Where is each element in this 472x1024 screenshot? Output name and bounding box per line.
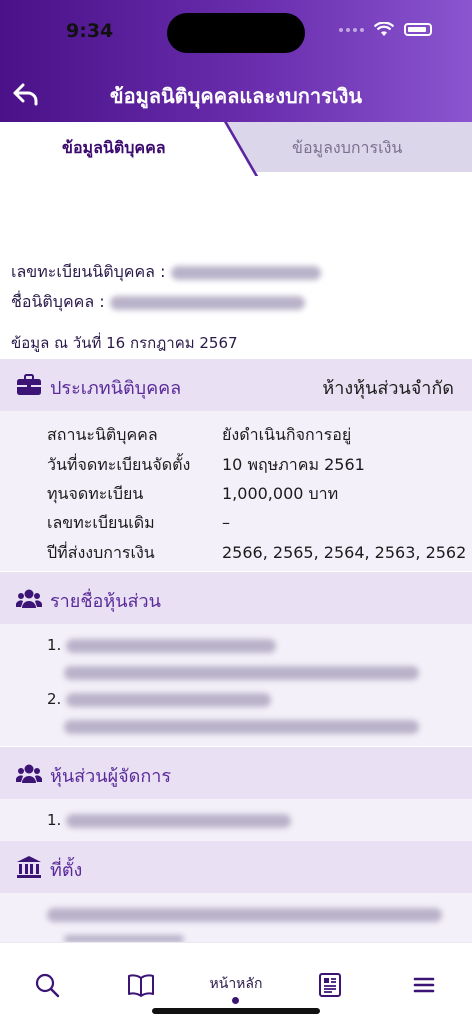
- status-time: 9:34: [66, 20, 114, 42]
- detail-value: ยังดำเนินกิจการอยู่: [222, 425, 352, 444]
- section-location: ที่ตั้ง: [0, 841, 472, 893]
- section-title: ที่ตั้ง: [50, 860, 83, 881]
- detail-label: ปีที่ส่งงบการเงิน: [47, 543, 155, 562]
- redacted-value: [66, 638, 277, 653]
- detail-row: เลขทะเบียนเดิม –: [47, 511, 230, 536]
- tab-home-label[interactable]: หน้าหลัก: [200, 973, 272, 995]
- list-number: 2.: [47, 690, 62, 708]
- section-title: ประเภทนิติบุคคล: [50, 378, 182, 399]
- detail-label: วันที่จดทะเบียนจัดตั้ง: [47, 455, 191, 474]
- tab-financial-info-label[interactable]: ข้อมูลงบการเงิน: [292, 136, 402, 161]
- bank-icon: [17, 856, 41, 878]
- section-partners: รายชื่อหุ้นส่วน: [0, 572, 472, 624]
- redacted-value: [47, 907, 442, 922]
- section-title: รายชื่อหุ้นส่วน: [50, 591, 161, 612]
- detail-label: ทุนจดทะเบียน: [47, 484, 144, 503]
- detail-value: 10 พฤษภาคม 2561: [222, 455, 365, 474]
- detail-row: สถานะนิติบุคคล ยังดำเนินกิจการอยู่: [47, 423, 351, 448]
- list-item: 2.: [47, 690, 272, 708]
- users-icon: [16, 764, 42, 783]
- users-icon: [16, 589, 42, 608]
- redacted-value: [109, 295, 305, 310]
- registration-number: เลขทะเบียนนิติบุคคล :: [11, 260, 321, 285]
- segment-tabs: ข้อมูลนิติบุคคล ข้อมูลงบการเงิน: [0, 122, 472, 176]
- detail-row: วันที่จดทะเบียนจัดตั้ง 10 พฤษภาคม 2561: [47, 453, 365, 478]
- detail-label: เลขทะเบียนเดิม: [47, 513, 155, 532]
- signal-icon: [339, 27, 364, 32]
- entity-type-value: ห้างหุ้นส่วนจำกัด: [322, 378, 454, 399]
- section-entity-type: ประเภทนิติบุคคล ห้างหุ้นส่วนจำกัด: [0, 359, 472, 411]
- registration-label: เลขทะเบียนนิติบุคคล :: [11, 262, 166, 281]
- dynamic-island: [167, 13, 305, 53]
- entity-name: ชื่อนิติบุคคล :: [11, 290, 305, 315]
- detail-row: ปีที่ส่งงบการเงิน 2566, 2565, 2564, 2563,…: [47, 541, 466, 566]
- battery-icon: [404, 23, 432, 36]
- detail-value: 2566, 2565, 2564, 2563, 2562: [222, 543, 467, 562]
- newspaper-icon[interactable]: [316, 971, 344, 999]
- section-managing-partners: หุ้นส่วนผู้จัดการ: [0, 747, 472, 799]
- redacted-value: [66, 813, 292, 828]
- entity-name-label: ชื่อนิติบุคคล :: [11, 292, 105, 311]
- briefcase-icon: [17, 374, 41, 395]
- detail-value: 1,000,000 บาท: [222, 484, 339, 503]
- book-icon[interactable]: [127, 971, 155, 999]
- wifi-icon: [374, 22, 394, 36]
- detail-label: สถานะนิติบุคคล: [47, 425, 158, 444]
- address-line: [47, 905, 442, 923]
- status-icons: [339, 22, 432, 37]
- list-item: 1.: [47, 811, 292, 829]
- app-header: 9:34 ข้อมูลนิติบุคคลและงบการเงิน: [0, 0, 472, 122]
- menu-icon[interactable]: [410, 971, 438, 999]
- detail-row: ทุนจดทะเบียน 1,000,000 บาท: [47, 482, 338, 507]
- search-icon[interactable]: [33, 971, 61, 999]
- tab-entity-info-label[interactable]: ข้อมูลนิติบุคคล: [62, 136, 166, 161]
- list-item-detail: [64, 717, 419, 735]
- home-indicator: [152, 1008, 320, 1014]
- redacted-value: [64, 719, 419, 734]
- redacted-value: [64, 665, 419, 680]
- list-number: 1.: [47, 636, 62, 654]
- detail-value: –: [222, 513, 230, 532]
- page-title: ข้อมูลนิติบุคคลและงบการเงิน: [109, 84, 363, 108]
- active-tab-indicator: [232, 997, 239, 1004]
- list-number: 1.: [47, 811, 62, 829]
- section-title: หุ้นส่วนผู้จัดการ: [50, 766, 172, 787]
- list-item-detail: [64, 663, 419, 681]
- redacted-value: [66, 692, 272, 707]
- list-item: 1.: [47, 636, 277, 654]
- as-of-date: ข้อมูล ณ วันที่ 16 กรกฎาคม 2567: [11, 334, 238, 352]
- redacted-value: [170, 265, 321, 280]
